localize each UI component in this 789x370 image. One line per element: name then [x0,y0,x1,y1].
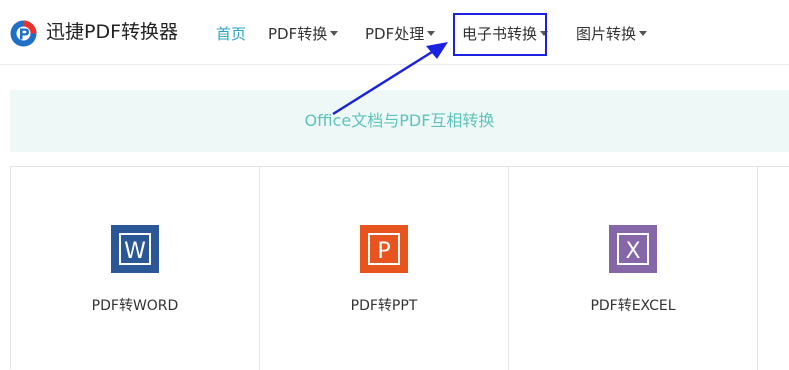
card-label-pdf-to-word: PDF转WORD [91,298,179,314]
nav-ebook-convert[interactable]: 电子书转换 [462,23,549,45]
app-logo-icon[interactable] [10,20,37,47]
nav-pdf-process[interactable]: PDF处理 [365,23,436,45]
word-icon-letter: W [124,239,146,264]
banner-title: Office文档与PDF互相转换 [304,111,495,130]
nav-pdf-convert-label: PDF转换 [268,25,328,43]
brand-name[interactable]: 迅捷PDF转换器 [46,20,178,44]
chevron-down-icon [427,31,436,36]
card-pdf-to-excel[interactable]: X PDF转EXCEL [509,167,758,370]
word-icon: W [111,225,159,273]
chevron-down-icon [330,31,339,36]
nav-image-convert-label: 图片转换 [576,25,637,43]
powerpoint-icon: P [360,225,408,273]
tool-card-grid: W PDF转WORD P PDF转PPT X PDF转EXCEL [10,166,789,370]
powerpoint-icon-letter: P [377,239,390,264]
card-label-pdf-to-ppt: PDF转PPT [350,298,418,314]
nav-pdf-process-label: PDF处理 [365,25,425,43]
nav-pdf-convert[interactable]: PDF转换 [268,23,339,45]
chevron-down-icon [540,31,549,36]
nav-image-convert[interactable]: 图片转换 [576,23,648,45]
card-label-pdf-to-excel: PDF转EXCEL [590,298,676,314]
excel-icon: X [609,225,657,273]
nav-ebook-convert-label: 电子书转换 [462,25,538,43]
nav-home-label: 首页 [216,25,247,43]
category-banner: Office文档与PDF互相转换 [10,90,789,152]
excel-icon-letter: X [625,239,640,264]
top-header: 迅捷PDF转换器 首页 PDF转换 PDF处理 电子书转换 图片转换 [0,0,789,65]
card-pdf-to-word[interactable]: W PDF转WORD [11,167,260,370]
chevron-down-icon [639,31,648,36]
nav-home[interactable]: 首页 [216,23,246,45]
card-pdf-to-ppt[interactable]: P PDF转PPT [260,167,509,370]
